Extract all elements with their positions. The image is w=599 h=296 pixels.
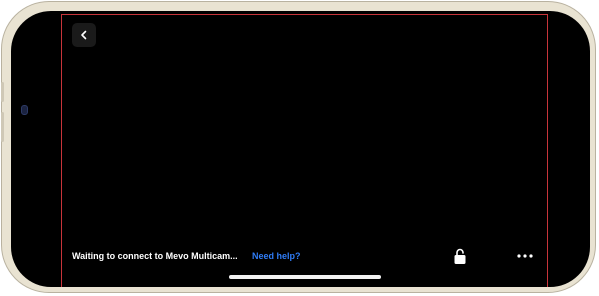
device-frame: Waiting to connect to Mevo Multicam... N…: [1, 1, 596, 293]
side-button-bottom: [1, 112, 4, 142]
chevron-left-icon: [81, 30, 87, 40]
connection-status-text: Waiting to connect to Mevo Multicam...: [72, 251, 238, 261]
unlock-icon: [454, 248, 466, 264]
home-indicator[interactable]: [229, 275, 381, 279]
more-options-button[interactable]: [514, 249, 536, 263]
front-camera: [21, 105, 28, 115]
unlock-button[interactable]: [451, 246, 469, 266]
need-help-link[interactable]: Need help?: [252, 250, 301, 262]
back-button[interactable]: [72, 23, 96, 47]
ellipsis-icon: [517, 254, 533, 258]
camera-preview-frame: [61, 14, 548, 287]
camera-screen: Waiting to connect to Mevo Multicam... N…: [11, 11, 590, 287]
side-button-top: [1, 82, 4, 102]
